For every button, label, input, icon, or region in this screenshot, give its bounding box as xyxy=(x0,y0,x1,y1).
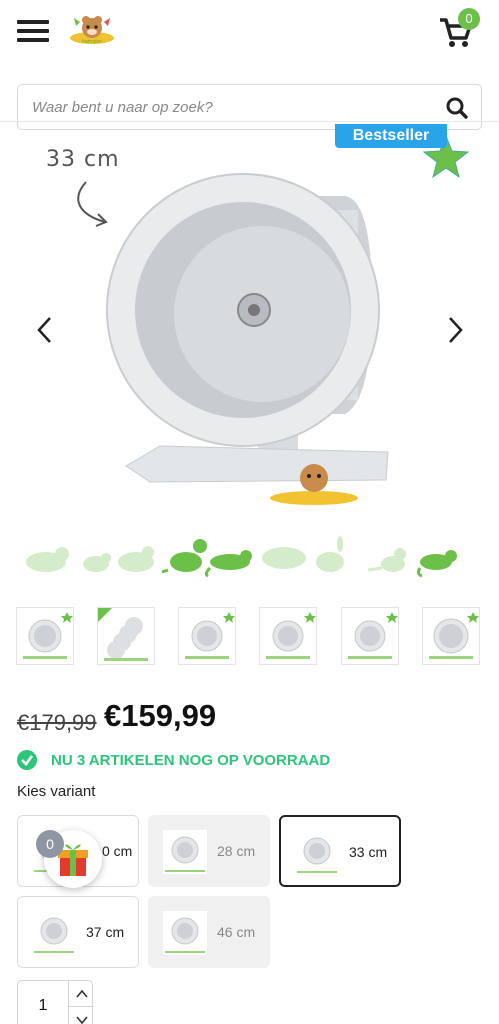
thumbnail-1[interactable] xyxy=(16,607,74,665)
cart-button[interactable]: 0 xyxy=(438,8,484,47)
thumbnail-6[interactable] xyxy=(422,607,480,665)
header: hamster 0 xyxy=(0,0,499,60)
chevron-right-icon xyxy=(449,317,463,343)
animal-icon-9 xyxy=(416,550,457,578)
bestseller-badge: Bestseller xyxy=(335,124,447,148)
variant-label-text: 33 cm xyxy=(349,844,388,860)
svg-text:hamster: hamster xyxy=(82,39,104,45)
thumbnail-5[interactable] xyxy=(341,607,399,665)
stock-text: NU 3 ARTIKELEN NOG OP VOORRAAD xyxy=(51,752,331,769)
variant-option-37cm[interactable]: 37 cm xyxy=(17,896,139,968)
chevron-up-icon xyxy=(76,989,88,998)
cart-count-badge: 0 xyxy=(458,8,480,30)
header-divider xyxy=(0,121,499,122)
quantity-stepper: 1 xyxy=(17,980,94,1024)
animal-icon-4 xyxy=(161,539,207,574)
variant-image xyxy=(163,911,207,955)
variant-label-text: 46 cm xyxy=(217,924,256,940)
variant-option-46cm[interactable]: 46 cm xyxy=(148,896,270,968)
quantity-input[interactable]: 1 xyxy=(18,997,68,1015)
next-image-button[interactable] xyxy=(440,312,470,348)
variant-option-28cm[interactable]: 28 cm xyxy=(148,815,270,887)
thumbnail-4[interactable] xyxy=(259,607,317,665)
thumbnail-3[interactable] xyxy=(178,607,236,665)
thumbnail-strip xyxy=(16,607,486,667)
variant-label-text: 0 cm xyxy=(102,843,133,859)
animal-icon-5 xyxy=(204,550,252,578)
gift-count-badge: 0 xyxy=(36,830,64,858)
hamburger-icon[interactable] xyxy=(17,20,49,44)
quantity-increase-button[interactable] xyxy=(68,981,94,1007)
search-input[interactable] xyxy=(32,85,432,129)
animal-icon-1 xyxy=(26,547,69,572)
variant-label: Kies variant xyxy=(17,783,96,800)
size-annotation: 33 cm xyxy=(46,147,120,172)
variant-image xyxy=(32,911,76,955)
previous-image-button[interactable] xyxy=(30,312,60,348)
current-price: €159,99 xyxy=(104,698,217,733)
suitable-animals-row xyxy=(18,534,483,580)
animal-icon-6 xyxy=(262,547,306,569)
product-main-image[interactable] xyxy=(0,130,499,520)
animal-icon-2 xyxy=(83,553,111,572)
quantity-decrease-button[interactable] xyxy=(68,1007,94,1024)
animal-icon-3 xyxy=(118,546,154,572)
variant-label-text: 37 cm xyxy=(86,924,125,940)
animal-icon-7 xyxy=(316,536,344,572)
variant-image xyxy=(295,831,339,875)
animal-icon-8 xyxy=(367,548,406,572)
chevron-down-icon xyxy=(76,1016,88,1024)
old-price: €179,99 xyxy=(17,710,97,735)
thumbnail-2[interactable] xyxy=(97,607,155,665)
variant-label-text: 28 cm xyxy=(217,843,256,859)
variant-image xyxy=(163,830,207,874)
chevron-left-icon xyxy=(37,317,51,343)
search-button[interactable] xyxy=(445,96,469,120)
search-icon xyxy=(446,97,468,119)
hamster-logo-icon[interactable]: hamster xyxy=(66,12,118,48)
check-circle-icon xyxy=(17,750,37,770)
variant-option-33cm[interactable]: 33 cm xyxy=(279,815,401,887)
